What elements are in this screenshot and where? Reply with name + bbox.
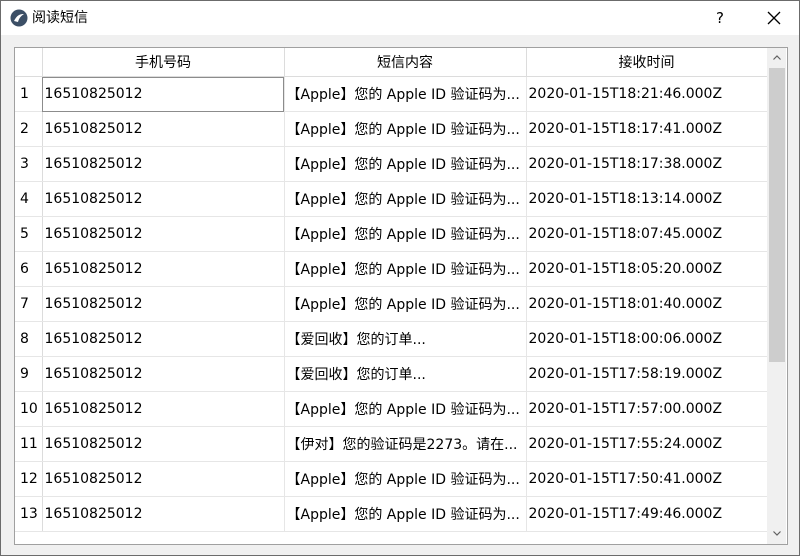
time-cell[interactable]: 2020-01-15T18:13:14.000Z [526, 181, 768, 217]
time-cell[interactable]: 2020-01-15T17:57:00.000Z [526, 391, 768, 427]
time-cell[interactable]: 2020-01-15T18:05:20.000Z [526, 251, 768, 287]
column-header-phone[interactable]: 手机号码 [42, 48, 285, 77]
row-number[interactable]: 8 [15, 321, 43, 357]
close-button[interactable] [751, 1, 797, 35]
time-cell[interactable]: 2020-01-15T18:07:45.000Z [526, 216, 768, 252]
time-cell[interactable]: 2020-01-15T18:17:41.000Z [526, 111, 768, 147]
table-row[interactable]: 5 16510825012 【Apple】您的 Apple ID 验证码为... 20… [15, 216, 768, 252]
row-number[interactable]: 4 [15, 181, 43, 217]
content-cell[interactable]: 【爱回收】您的订单... [284, 321, 527, 357]
phone-cell[interactable]: 16510825012 [42, 76, 285, 112]
chevron-down-icon [773, 531, 781, 536]
content-cell[interactable]: 【Apple】您的 Apple ID 验证码为... [284, 461, 527, 497]
row-number[interactable]: 6 [15, 251, 43, 287]
chevron-up-icon [773, 55, 781, 60]
table-row[interactable]: 3 16510825012 【Apple】您的 Apple ID 验证码为... 20… [15, 146, 768, 182]
table-row[interactable]: 11 16510825012 【伊对】您的验证码是2273。请在... 2020-01… [15, 426, 768, 462]
scroll-up-button[interactable] [767, 48, 786, 68]
phone-cell[interactable]: 16510825012 [42, 391, 285, 427]
content-cell[interactable]: 【Apple】您的 Apple ID 验证码为... [284, 181, 527, 217]
content-cell[interactable]: 【Apple】您的 Apple ID 验证码为... [284, 111, 527, 147]
table-row[interactable]: 10 16510825012 【Apple】您的 Apple ID 验证码为... 2… [15, 391, 768, 427]
time-cell[interactable]: 2020-01-15T17:55:24.000Z [526, 426, 768, 462]
row-number[interactable]: 5 [15, 216, 43, 252]
corner-header[interactable] [15, 48, 43, 77]
time-cell[interactable]: 2020-01-15T17:49:46.000Z [526, 496, 768, 532]
table-row[interactable]: 6 16510825012 【Apple】您的 Apple ID 验证码为... 20… [15, 251, 768, 287]
phone-cell[interactable]: 16510825012 [42, 111, 285, 147]
scrollbar-thumb[interactable] [769, 68, 785, 362]
time-cell[interactable]: 2020-01-15T18:00:06.000Z [526, 321, 768, 357]
phone-cell[interactable]: 16510825012 [42, 216, 285, 252]
row-number[interactable]: 3 [15, 146, 43, 182]
phone-cell[interactable]: 16510825012 [42, 181, 285, 217]
phone-cell[interactable]: 16510825012 [42, 286, 285, 322]
sms-grid: 手机号码 短信内容 接收时间 1 16510825012 【Apple】您的 App… [15, 48, 768, 532]
content-cell[interactable]: 【Apple】您的 Apple ID 验证码为... [284, 391, 527, 427]
row-number[interactable]: 11 [15, 426, 43, 462]
content-cell[interactable]: 【Apple】您的 Apple ID 验证码为... [284, 76, 527, 112]
content-cell[interactable]: 【Apple】您的 Apple ID 验证码为... [284, 286, 527, 322]
phone-cell[interactable]: 16510825012 [42, 356, 285, 392]
table-row[interactable]: 12 16510825012 【Apple】您的 Apple ID 验证码为... 2… [15, 461, 768, 497]
close-icon [767, 11, 781, 25]
time-cell[interactable]: 2020-01-15T18:17:38.000Z [526, 146, 768, 182]
column-header-content[interactable]: 短信内容 [284, 48, 527, 77]
help-button[interactable]: ? [703, 1, 737, 35]
table-row[interactable]: 8 16510825012 【爱回收】您的订单... 2020-01-15T18:00… [15, 321, 768, 357]
scroll-down-button[interactable] [767, 524, 786, 544]
phone-cell[interactable]: 16510825012 [42, 461, 285, 497]
sms-table: 手机号码 短信内容 接收时间 1 16510825012 【Apple】您的 App… [14, 47, 788, 545]
row-number[interactable]: 9 [15, 356, 43, 392]
sms-reader-window: 阅读短信 ? 手机号码 短信内容 接收时间 1 16510825012 【Apple… [0, 0, 800, 556]
content-cell[interactable]: 【爱回收】您的订单... [284, 356, 527, 392]
table-row[interactable]: 4 16510825012 【Apple】您的 Apple ID 验证码为... 20… [15, 181, 768, 217]
phone-cell[interactable]: 16510825012 [42, 426, 285, 462]
content-cell[interactable]: 【Apple】您的 Apple ID 验证码为... [284, 496, 527, 532]
phone-cell[interactable]: 16510825012 [42, 251, 285, 287]
row-number[interactable]: 2 [15, 111, 43, 147]
content-cell[interactable]: 【Apple】您的 Apple ID 验证码为... [284, 216, 527, 252]
table-row[interactable]: 1 16510825012 【Apple】您的 Apple ID 验证码为... 20… [15, 76, 768, 112]
row-number[interactable]: 13 [15, 496, 43, 532]
header-row: 手机号码 短信内容 接收时间 [15, 48, 768, 77]
phone-cell[interactable]: 16510825012 [42, 496, 285, 532]
column-header-time[interactable]: 接收时间 [526, 48, 768, 77]
row-number[interactable]: 12 [15, 461, 43, 497]
row-number[interactable]: 7 [15, 286, 43, 322]
time-cell[interactable]: 2020-01-15T18:01:40.000Z [526, 286, 768, 322]
content-cell[interactable]: 【伊对】您的验证码是2273。请在... [284, 426, 527, 462]
time-cell[interactable]: 2020-01-15T18:21:46.000Z [526, 76, 768, 112]
row-number[interactable]: 10 [15, 391, 43, 427]
app-logo-icon [10, 9, 28, 27]
table-row[interactable]: 2 16510825012 【Apple】您的 Apple ID 验证码为... 20… [15, 111, 768, 147]
row-number[interactable]: 1 [15, 76, 43, 112]
content-cell[interactable]: 【Apple】您的 Apple ID 验证码为... [284, 146, 527, 182]
content-cell[interactable]: 【Apple】您的 Apple ID 验证码为... [284, 251, 527, 287]
phone-cell[interactable]: 16510825012 [42, 146, 285, 182]
vertical-scrollbar[interactable] [767, 48, 786, 544]
table-row[interactable]: 7 16510825012 【Apple】您的 Apple ID 验证码为... 20… [15, 286, 768, 322]
title-bar: 阅读短信 ? [1, 1, 799, 35]
table-row[interactable]: 13 16510825012 【Apple】您的 Apple ID 验证码为... 2… [15, 496, 768, 532]
time-cell[interactable]: 2020-01-15T17:58:19.000Z [526, 356, 768, 392]
table-row[interactable]: 9 16510825012 【爱回收】您的订单... 2020-01-15T17:58… [15, 356, 768, 392]
time-cell[interactable]: 2020-01-15T17:50:41.000Z [526, 461, 768, 497]
phone-cell[interactable]: 16510825012 [42, 321, 285, 357]
window-title: 阅读短信 [32, 10, 88, 26]
